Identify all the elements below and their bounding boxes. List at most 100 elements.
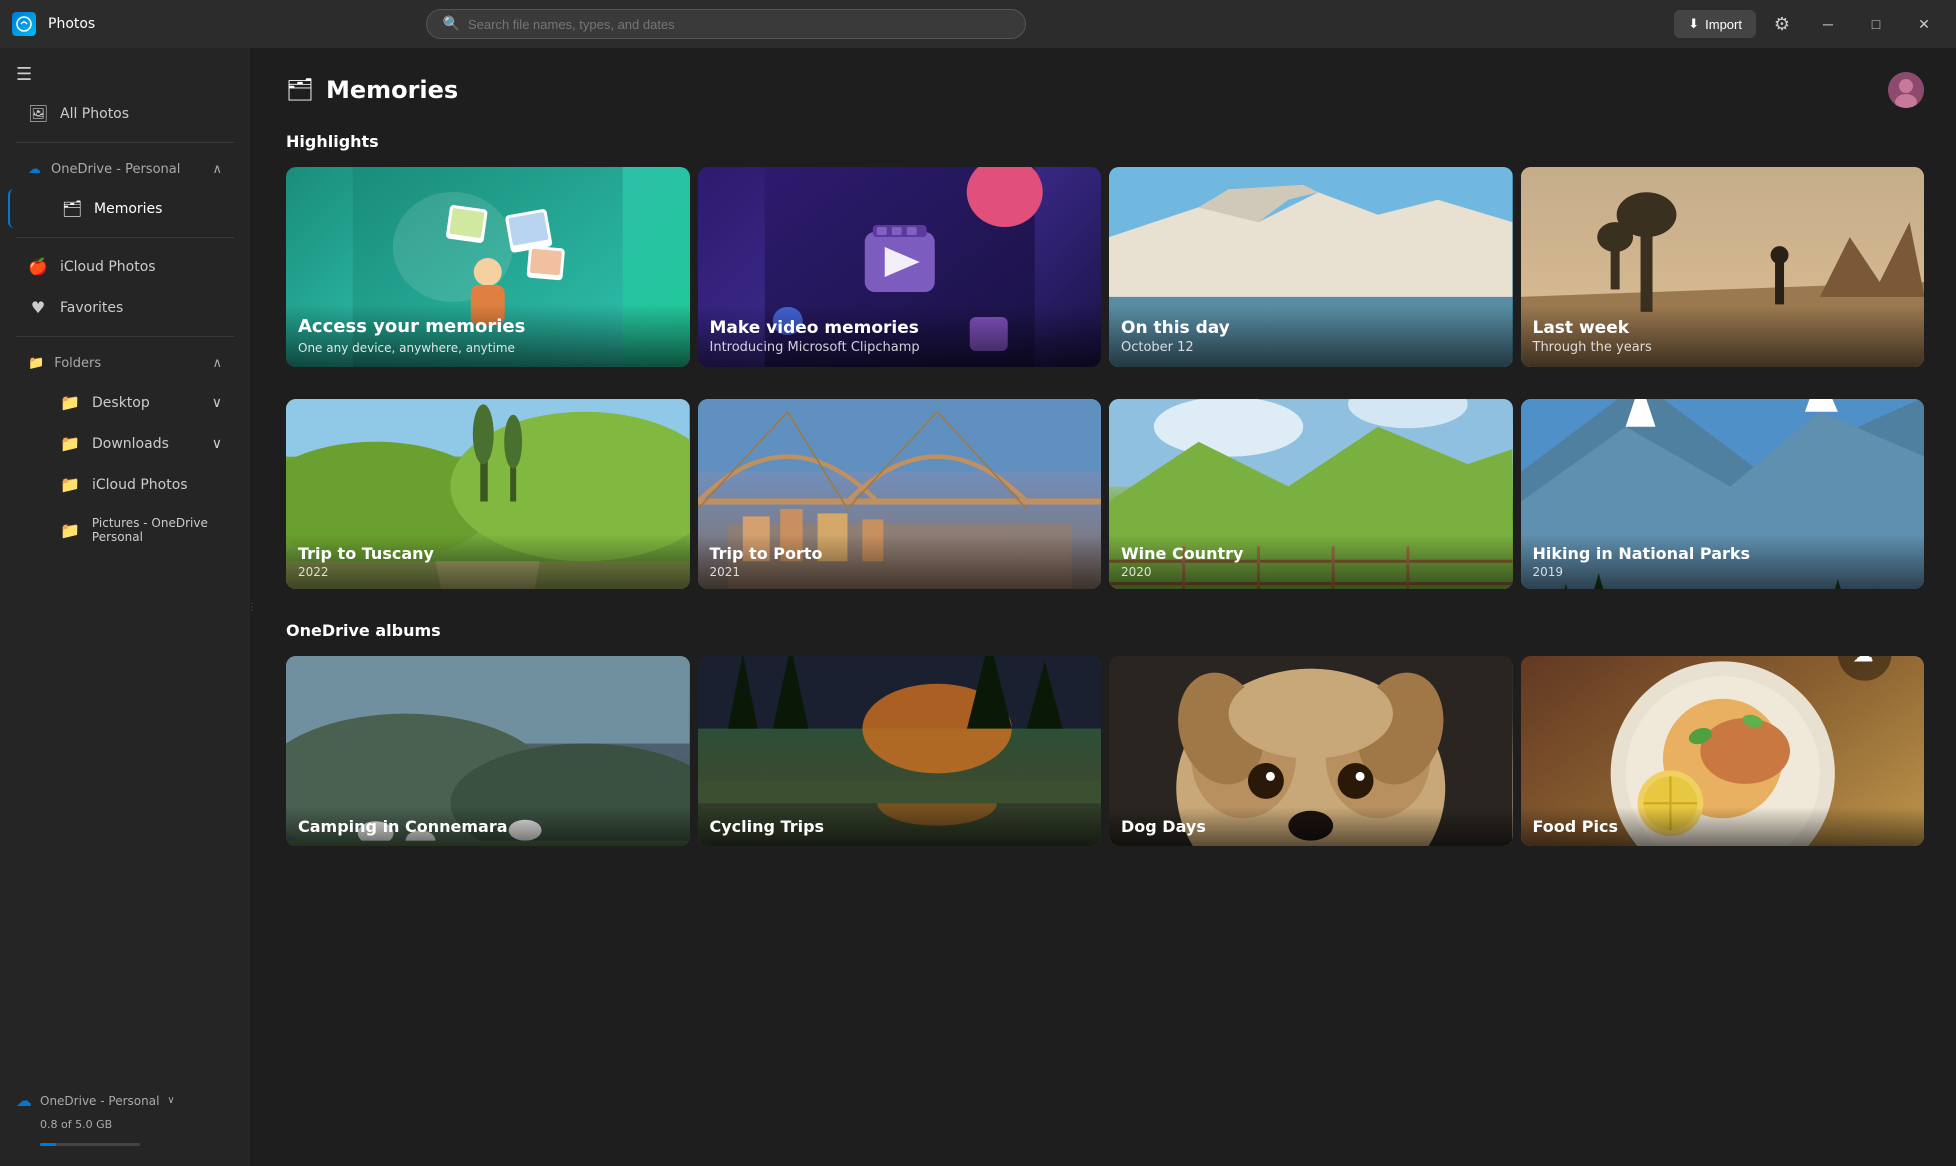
- trips-grid: Trip to Tuscany 2022: [286, 399, 1924, 589]
- porto-overlay: Trip to Porto 2021: [698, 534, 1102, 589]
- sidebar-item-all-photos[interactable]: 🖼 All Photos: [8, 94, 242, 133]
- sidebar-divider-3: [16, 336, 234, 337]
- storage-fill: [40, 1143, 56, 1146]
- titlebar-controls: ⬇ Import ⚙ ─ □ ✕: [1674, 4, 1944, 44]
- hiking-overlay: Hiking in National Parks 2019: [1521, 534, 1925, 589]
- highlight-card-make-video[interactable]: Make video memories Introducing Microsof…: [698, 167, 1102, 367]
- chevron-storage-icon: ∨: [167, 1095, 174, 1106]
- sidebar-item-desktop[interactable]: 📁 Desktop ∨: [8, 383, 242, 422]
- close-button[interactable]: ✕: [1904, 4, 1944, 44]
- search-input[interactable]: [468, 17, 1009, 32]
- connemara-title: Camping in Connemara: [298, 817, 678, 836]
- album-card-food-pics[interactable]: ☁ Food Pics: [1521, 656, 1925, 846]
- access-memories-overlay: Access your memories One any device, any…: [286, 304, 690, 367]
- highlight-card-on-this-day[interactable]: On this day October 12: [1109, 167, 1513, 367]
- all-photos-icon: 🖼: [28, 104, 48, 123]
- icloud-icon: 🍎: [28, 257, 48, 276]
- highlight-card-access-memories[interactable]: Access your memories One any device, any…: [286, 167, 690, 367]
- sidebar-section-folders[interactable]: 📁 Folders ∧: [8, 346, 242, 381]
- storage-bar: [40, 1143, 140, 1146]
- import-icon: ⬇: [1688, 16, 1699, 32]
- wine-country-overlay: Wine Country 2020: [1109, 534, 1513, 589]
- make-video-overlay: Make video memories Introducing Microsof…: [698, 306, 1102, 367]
- minimize-button[interactable]: ─: [1808, 4, 1848, 44]
- food-pics-title: Food Pics: [1533, 817, 1913, 836]
- settings-icon: ⚙: [1774, 14, 1790, 35]
- import-button[interactable]: ⬇ Import: [1674, 10, 1756, 38]
- highlights-grid: Access your memories One any device, any…: [286, 167, 1924, 367]
- access-memories-title: Access your memories: [298, 316, 678, 337]
- sidebar-item-icloud[interactable]: 🍎 iCloud Photos: [8, 247, 242, 286]
- sidebar-item-favorites[interactable]: ♥ Favorites: [8, 288, 242, 327]
- onedrive-albums-section-title: OneDrive albums: [286, 621, 1924, 640]
- favorites-icon: ♥: [28, 298, 48, 317]
- album-card-porto[interactable]: Trip to Porto 2021: [698, 399, 1102, 589]
- svg-text:☁: ☁: [1852, 656, 1873, 666]
- desktop-folder-icon: 📁: [60, 393, 80, 412]
- sidebar-item-pictures[interactable]: 📁 Pictures - OneDrive Personal: [8, 506, 242, 554]
- album-card-cycling[interactable]: Cycling Trips: [698, 656, 1102, 846]
- pictures-folder-icon: 📁: [60, 521, 80, 540]
- app-layout: ☰ 🖼 All Photos ☁ OneDrive - Personal ∧ 🗂…: [0, 48, 1956, 1166]
- hiking-year: 2019: [1533, 565, 1913, 579]
- tuscany-year: 2022: [298, 565, 678, 579]
- onedrive-albums-grid: Camping in Connemara: [286, 656, 1924, 846]
- onedrive-icon: ☁: [28, 162, 41, 177]
- chevron-folders-icon: ∧: [212, 356, 222, 371]
- sidebar-item-memories[interactable]: 🗂 Memories: [8, 189, 242, 228]
- make-video-title: Make video memories: [710, 318, 1090, 338]
- titlebar: Photos 🔍 ⬇ Import ⚙ ─ □ ✕: [0, 0, 1956, 48]
- hiking-title: Hiking in National Parks: [1533, 544, 1913, 563]
- page-header: 🗂 Memories: [286, 72, 1924, 108]
- make-video-subtitle: Introducing Microsoft Clipchamp: [710, 340, 1090, 355]
- last-week-subtitle: Through the years: [1533, 340, 1913, 355]
- hamburger-menu[interactable]: ☰: [0, 56, 250, 93]
- sidebar-section-onedrive[interactable]: ☁ OneDrive - Personal ∧: [8, 152, 242, 187]
- album-card-dog-days[interactable]: Dog Days: [1109, 656, 1513, 846]
- dog-days-title: Dog Days: [1121, 817, 1501, 836]
- sidebar-divider-1: [16, 142, 234, 143]
- storage-info[interactable]: ☁ OneDrive - Personal ∨ 0.8 of 5.0 GB: [0, 1079, 250, 1158]
- onedrive-storage-icon: ☁: [16, 1091, 32, 1110]
- downloads-folder-icon: 📁: [60, 434, 80, 453]
- app-icon: [12, 12, 36, 36]
- icloud-folder-icon: 📁: [60, 475, 80, 494]
- search-bar[interactable]: 🔍: [426, 9, 1026, 39]
- porto-year: 2021: [710, 565, 1090, 579]
- chevron-up-icon: ∧: [212, 162, 222, 177]
- main-content: 🗂 Memories Highlights: [254, 48, 1956, 1166]
- album-card-wine-country[interactable]: Wine Country 2020: [1109, 399, 1513, 589]
- last-week-title: Last week: [1533, 318, 1913, 338]
- sidebar-item-downloads[interactable]: 📁 Downloads ∨: [8, 424, 242, 463]
- maximize-button[interactable]: □: [1856, 4, 1896, 44]
- last-week-overlay: Last week Through the years: [1521, 306, 1925, 367]
- tuscany-title: Trip to Tuscany: [298, 544, 678, 563]
- album-card-hiking[interactable]: Hiking in National Parks 2019: [1521, 399, 1925, 589]
- cycling-title: Cycling Trips: [710, 817, 1090, 836]
- on-this-day-overlay: On this day October 12: [1109, 306, 1513, 367]
- avatar[interactable]: [1888, 72, 1924, 108]
- memories-page-icon: 🗂: [286, 78, 314, 103]
- page-title: Memories: [326, 76, 458, 104]
- access-memories-subtitle: One any device, anywhere, anytime: [298, 341, 678, 355]
- highlight-card-last-week[interactable]: Last week Through the years: [1521, 167, 1925, 367]
- album-card-tuscany[interactable]: Trip to Tuscany 2022: [286, 399, 690, 589]
- hamburger-icon: ☰: [16, 64, 32, 85]
- sidebar: ☰ 🖼 All Photos ☁ OneDrive - Personal ∧ 🗂…: [0, 48, 250, 1166]
- memories-icon: 🗂: [62, 199, 82, 218]
- dog-days-overlay: Dog Days: [1109, 807, 1513, 846]
- album-card-connemara[interactable]: Camping in Connemara: [286, 656, 690, 846]
- page-title-row: 🗂 Memories: [286, 76, 458, 104]
- sidebar-divider-2: [16, 237, 234, 238]
- app-name: Photos: [48, 16, 95, 32]
- wine-country-title: Wine Country: [1121, 544, 1501, 563]
- folders-icon: 📁: [28, 356, 44, 371]
- highlights-section-title: Highlights: [286, 132, 1924, 151]
- connemara-overlay: Camping in Connemara: [286, 807, 690, 846]
- chevron-downloads-icon: ∨: [212, 436, 222, 452]
- tuscany-overlay: Trip to Tuscany 2022: [286, 534, 690, 589]
- chevron-desktop-icon: ∨: [212, 395, 222, 411]
- on-this-day-subtitle: October 12: [1121, 340, 1501, 355]
- sidebar-item-icloud-photos[interactable]: 📁 iCloud Photos: [8, 465, 242, 504]
- settings-button[interactable]: ⚙: [1764, 6, 1800, 42]
